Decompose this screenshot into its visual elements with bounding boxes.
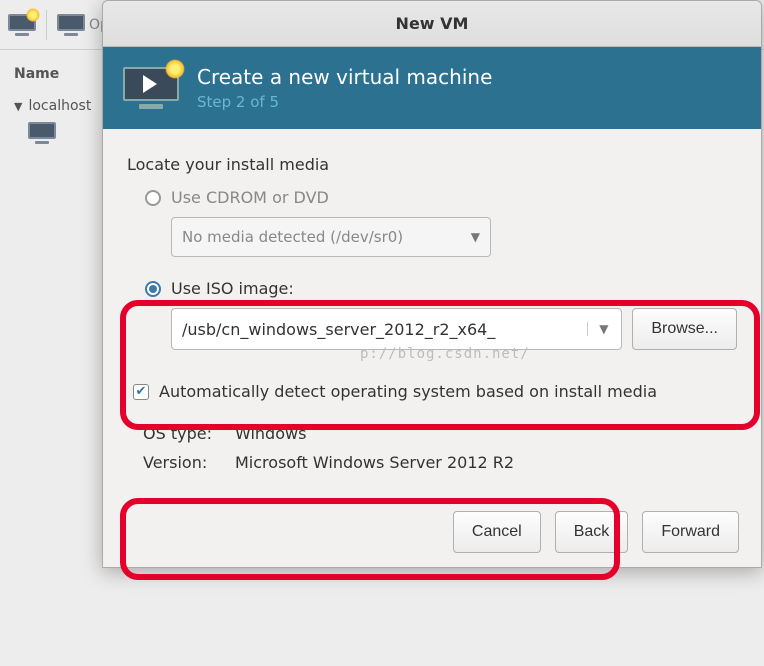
browse-button[interactable]: Browse...	[632, 308, 737, 350]
back-label: Back	[574, 523, 610, 541]
chevron-down-icon: ▼	[14, 100, 22, 113]
monitor-icon	[28, 122, 56, 144]
vm-wizard-icon	[123, 67, 179, 109]
iso-path-combo[interactable]: /usb/cn_windows_server_2012_r2_x64_ ▼	[171, 308, 622, 350]
cancel-button[interactable]: Cancel	[453, 511, 541, 553]
radio-cdrom[interactable]	[145, 190, 161, 206]
autodetect-checkbox[interactable]	[133, 384, 149, 400]
back-button[interactable]: Back	[555, 511, 629, 553]
cancel-label: Cancel	[472, 523, 522, 541]
radio-cdrom-row[interactable]: Use CDROM or DVD	[145, 188, 737, 207]
new-vm-icon[interactable]	[8, 14, 36, 36]
locate-media-label: Locate your install media	[127, 155, 737, 174]
monitor-icon	[57, 14, 85, 36]
radio-cdrom-label: Use CDROM or DVD	[171, 188, 329, 207]
iso-path-value: /usb/cn_windows_server_2012_r2_x64_	[182, 320, 587, 339]
os-version-value: Microsoft Windows Server 2012 R2	[235, 453, 514, 472]
radio-iso-row[interactable]: Use ISO image:	[145, 279, 737, 298]
os-type-label: OS type:	[143, 424, 227, 443]
option-iso: Use ISO image: /usb/cn_windows_server_20…	[145, 279, 737, 350]
banner-heading: Create a new virtual machine	[197, 65, 492, 89]
os-type-value: Windows	[235, 424, 306, 443]
dialog-footer: Cancel Back Forward	[103, 495, 761, 567]
new-vm-dialog: New VM Create a new virtual machine Step…	[102, 0, 762, 568]
cdrom-combo-value: No media detected (/dev/sr0)	[182, 228, 403, 246]
radio-iso[interactable]	[145, 281, 161, 297]
dialog-titlebar[interactable]: New VM	[103, 1, 761, 47]
option-cdrom: Use CDROM or DVD No media detected (/dev…	[145, 188, 737, 257]
browse-label: Browse...	[651, 320, 718, 338]
detected-os: OS type: Windows Version: Microsoft Wind…	[143, 419, 737, 477]
os-version-label: Version:	[143, 453, 227, 472]
autodetect-label: Automatically detect operating system ba…	[159, 382, 657, 401]
forward-button[interactable]: Forward	[642, 511, 739, 553]
autodetect-row[interactable]: Automatically detect operating system ba…	[133, 382, 737, 401]
dialog-body: Locate your install media Use CDROM or D…	[103, 129, 761, 495]
chevron-down-icon: ▼	[587, 322, 611, 336]
dialog-title: New VM	[396, 14, 469, 33]
chevron-down-icon: ▼	[471, 230, 480, 244]
dialog-banner: Create a new virtual machine Step 2 of 5	[103, 47, 761, 129]
forward-label: Forward	[661, 523, 720, 541]
cdrom-combo[interactable]: No media detected (/dev/sr0) ▼	[171, 217, 491, 257]
banner-step: Step 2 of 5	[197, 93, 492, 111]
tree-node-label: localhost	[28, 98, 91, 114]
radio-iso-label: Use ISO image:	[171, 279, 294, 298]
